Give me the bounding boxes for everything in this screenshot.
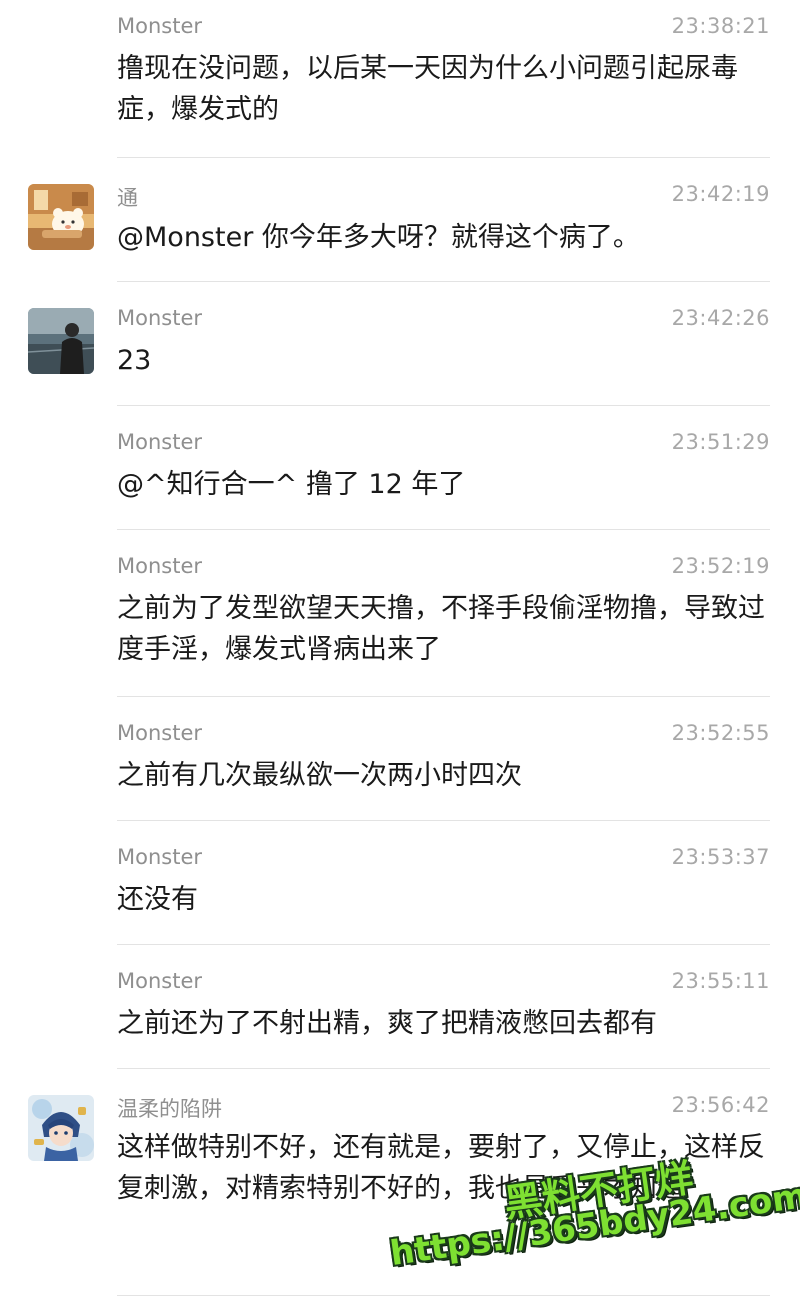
chat-message[interactable]: Monster 23:52:19 之前为了发型欲望天天撸，不择手段偷淫物撸，导致… — [0, 530, 800, 697]
sender-name: Monster — [117, 554, 203, 578]
sender-name: Monster — [117, 721, 203, 745]
message-text: 还没有 — [117, 884, 198, 915]
chat-message[interactable]: 通 23:42:19 @Monster 你今年多大呀？就得这个病了。 — [0, 158, 800, 282]
message-text: 之前为了发型欲望天天撸，不择手段偷淫物撸，导致过度手淫，爆发式肾病出来了 — [117, 593, 765, 665]
chat-message[interactable]: Monster 23:38:21 撸现在没问题，以后某一天因为什么小问题引起尿毒… — [0, 0, 800, 158]
message-text: 撸现在没问题，以后某一天因为什么小问题引起尿毒症，爆发式的 — [117, 53, 738, 125]
message-timestamp: 23:55:11 — [671, 969, 770, 993]
message-text: @^知行合一^ 撸了 12 年了 — [117, 469, 466, 500]
avatar[interactable] — [28, 184, 94, 250]
cartoon-bear-avatar-icon — [28, 184, 94, 250]
sender-name: Monster — [117, 969, 203, 993]
message-timestamp: 23:51:29 — [671, 430, 770, 454]
message-timestamp: 23:56:42 — [671, 1093, 770, 1117]
avatar[interactable] — [28, 308, 94, 374]
message-timestamp: 23:52:19 — [671, 554, 770, 578]
message-timestamp: 23:53:37 — [671, 845, 770, 869]
chat-message[interactable]: Monster 23:42:26 23 — [0, 282, 800, 406]
sender-name: Monster — [117, 845, 203, 869]
message-divider — [117, 1295, 770, 1296]
chat-message[interactable]: Monster 23:55:11 之前还为了不射出精，爽了把精液憋回去都有 — [0, 945, 800, 1069]
sender-name: Monster — [117, 14, 203, 38]
message-timestamp: 23:38:21 — [671, 14, 770, 38]
sender-name: 通 — [117, 186, 138, 210]
sender-name: Monster — [117, 430, 203, 454]
message-text: 之前还为了不射出精，爽了把精液憋回去都有 — [117, 1008, 657, 1039]
message-text: 之前有几次最纵欲一次两小时四次 — [117, 760, 522, 791]
sender-name: Monster — [117, 306, 203, 330]
chat-message[interactable]: Monster 23:51:29 @^知行合一^ 撸了 12 年了 — [0, 406, 800, 530]
anime-character-avatar-icon — [28, 1095, 94, 1161]
message-text: 23 — [117, 345, 152, 376]
message-timestamp: 23:42:26 — [671, 306, 770, 330]
chat-message[interactable]: Monster 23:52:55 之前有几次最纵欲一次两小时四次 — [0, 697, 800, 821]
person-photo-avatar-icon — [28, 308, 94, 374]
sender-name: 温柔的陷阱 — [117, 1097, 222, 1121]
chat-message[interactable]: Monster 23:53:37 还没有 — [0, 821, 800, 945]
message-text: @Monster 你今年多大呀？就得这个病了。 — [117, 222, 640, 253]
message-timestamp: 23:52:55 — [671, 721, 770, 745]
message-timestamp: 23:42:19 — [671, 182, 770, 206]
avatar[interactable] — [28, 1095, 94, 1161]
